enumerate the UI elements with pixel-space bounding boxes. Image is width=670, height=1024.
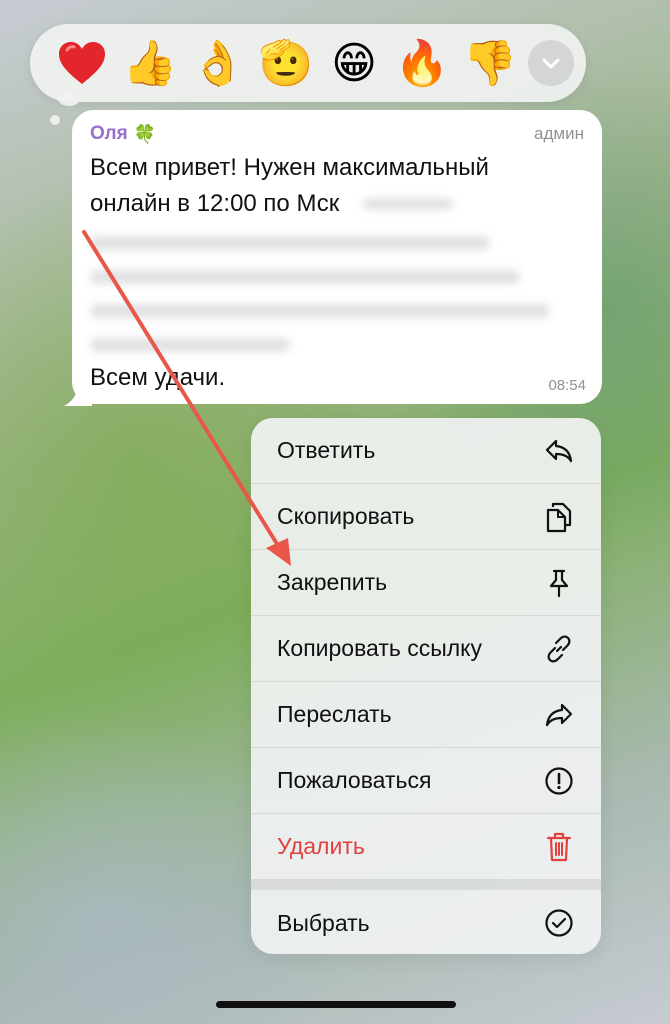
blurred-content: [90, 236, 584, 352]
ok-hand-icon: 👌: [190, 38, 246, 89]
chevron-down-icon: [542, 58, 560, 69]
reaction-ok-hand[interactable]: 👌: [184, 33, 252, 93]
reaction-heart[interactable]: [48, 33, 116, 93]
pin-icon: [543, 567, 575, 599]
link-icon: [543, 633, 575, 665]
menu-item-pin[interactable]: Закрепить: [251, 550, 601, 616]
grinning-face-icon: 😁: [331, 37, 377, 89]
message-line-1: Всем привет! Нужен максимальный: [90, 154, 489, 181]
menu-item-reply[interactable]: Ответить: [251, 418, 601, 484]
check-circle-icon: [543, 907, 575, 939]
sender-label: Оля: [90, 123, 128, 144]
message-line-2: онлайн в 12:00 по Мск: [90, 190, 340, 217]
home-indicator[interactable]: [216, 1001, 456, 1008]
menu-item-delete[interactable]: Удалить: [251, 814, 601, 880]
forward-icon: [543, 699, 575, 731]
reaction-thumbs-down[interactable]: 👎: [456, 33, 524, 93]
thumbs-up-icon: 👍: [122, 38, 178, 89]
message-time: 08:54: [548, 377, 586, 394]
reaction-bar: 👍 👌 🫡 😁 🔥 👎: [30, 24, 586, 102]
context-menu: Ответить Скопировать Закрепить Копироват…: [251, 418, 601, 954]
reaction-thumbs-up[interactable]: 👍: [116, 33, 184, 93]
menu-item-label: Копировать ссылку: [277, 635, 483, 661]
message-bubble[interactable]: Оля 🍀 админ Всем привет! Нужен максималь…: [72, 110, 602, 404]
message-closing: Всем удачи.: [90, 364, 226, 391]
menu-item-copy[interactable]: Скопировать: [251, 484, 601, 550]
menu-item-label: Ответить: [277, 437, 376, 463]
sender-role: админ: [534, 124, 584, 143]
saluting-face-icon: 🫡: [258, 38, 314, 89]
reaction-grinning-face[interactable]: 😁: [320, 33, 388, 93]
more-reactions-button[interactable]: [528, 40, 574, 86]
menu-item-forward[interactable]: Переслать: [251, 682, 601, 748]
reaction-bar-tail: [58, 92, 80, 106]
report-icon: [543, 765, 575, 797]
reply-icon: [543, 435, 575, 467]
menu-separator: [251, 880, 601, 890]
menu-item-label: Закрепить: [277, 569, 388, 595]
clover-icon: 🍀: [133, 123, 157, 144]
heart-icon: [59, 42, 105, 84]
reaction-fire[interactable]: 🔥: [388, 33, 456, 93]
blurred-text: [363, 198, 454, 210]
reaction-saluting-face[interactable]: 🫡: [252, 33, 320, 93]
copy-icon: [543, 501, 575, 533]
menu-item-label: Выбрать: [277, 909, 370, 936]
message-text: Всем привет! Нужен максимальный онлайн в…: [90, 150, 584, 222]
menu-item-label: Переслать: [277, 701, 392, 727]
menu-item-label: Пожаловаться: [277, 767, 432, 793]
reaction-bar-tail-dot: [50, 115, 60, 125]
thumbs-down-icon: 👎: [462, 38, 518, 89]
sender-name[interactable]: Оля 🍀: [90, 123, 156, 145]
menu-item-copy-link[interactable]: Копировать ссылку: [251, 616, 601, 682]
menu-item-report[interactable]: Пожаловаться: [251, 748, 601, 814]
menu-item-label: Скопировать: [277, 503, 415, 529]
menu-item-select[interactable]: Выбрать: [251, 890, 601, 954]
fire-icon: 🔥: [394, 38, 450, 89]
trash-icon: [543, 831, 575, 863]
menu-item-label: Удалить: [277, 833, 365, 859]
